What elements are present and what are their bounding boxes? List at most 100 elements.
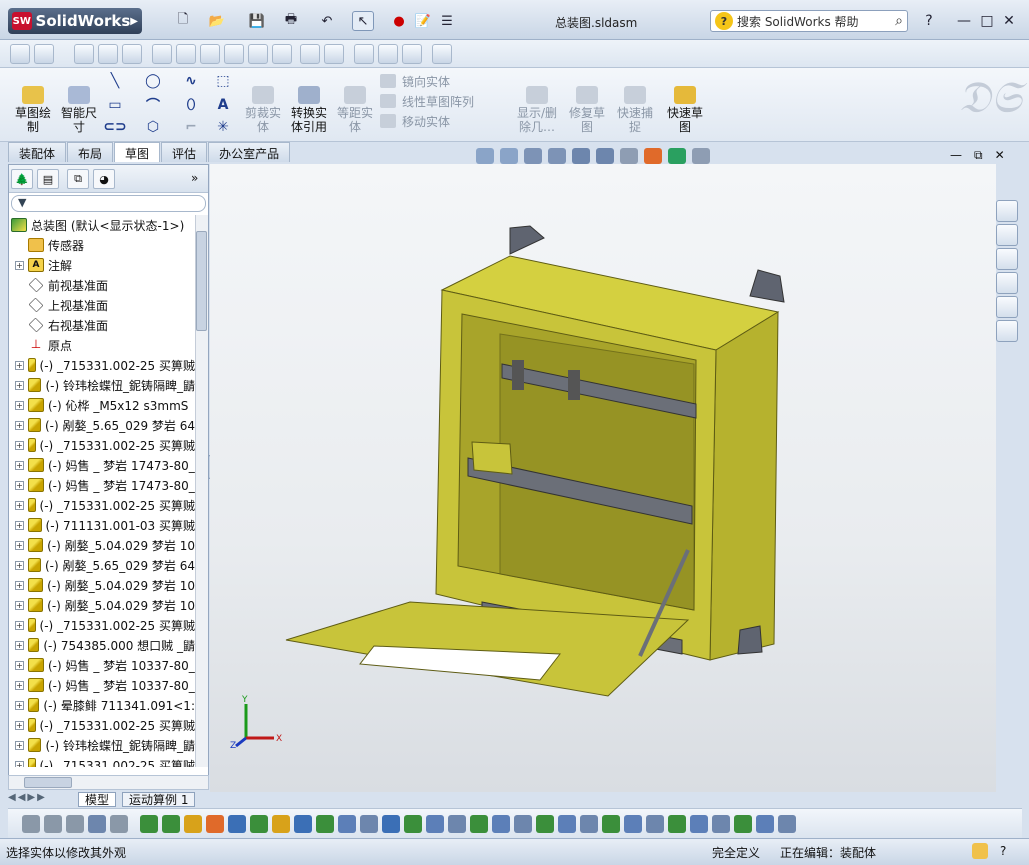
tree-filter-input[interactable]: ▼ — [11, 195, 206, 212]
convert-entities-button[interactable]: 转换实 体引用 — [286, 72, 332, 134]
viewport-close-icon[interactable]: ✕ — [995, 148, 1005, 163]
fillet-icon[interactable]: ⌐ — [182, 118, 200, 136]
tree-item[interactable]: + A 注解 — [9, 255, 195, 275]
zoom-icon[interactable] — [300, 44, 320, 64]
expand-toggle-icon[interactable]: + — [15, 600, 24, 610]
tree-item[interactable]: + (-) 剐嫯_5.04.029 梦岩 10 — [9, 535, 195, 555]
expand-toggle-icon[interactable]: + — [15, 360, 24, 370]
tree-item[interactable]: + (-) 伈桦 _M5x12 s3mmS — [9, 395, 195, 415]
expand-toggle-icon[interactable]: + — [15, 680, 24, 690]
undo-icon[interactable]: ↶ — [316, 11, 338, 31]
rectangle-icon[interactable]: ▭ — [106, 96, 124, 114]
lock-icon[interactable] — [272, 815, 290, 833]
tree-item[interactable]: + (-) 711131.001-03 买箅贼 — [9, 515, 195, 535]
expand-toggle-icon[interactable]: + — [15, 420, 24, 430]
move-component-icon[interactable] — [272, 44, 292, 64]
file-explorer-icon[interactable] — [996, 248, 1018, 270]
appearances-icon[interactable] — [996, 296, 1018, 318]
slot-icon[interactable]: ⊂⊃ — [103, 118, 126, 136]
text-icon[interactable]: A — [214, 96, 232, 114]
smart-dimension-button[interactable]: 智能尺 寸 — [56, 72, 102, 134]
expand-toggle-icon[interactable]: + — [15, 520, 24, 530]
spline-icon[interactable]: ∿ — [182, 72, 200, 90]
display-manager-tab-icon[interactable]: ◕ — [93, 169, 115, 189]
open-icon[interactable]: 📂 — [206, 11, 228, 31]
expand-toggle-icon[interactable]: + — [15, 500, 24, 510]
trim-button[interactable]: 剪裁实 体 — [240, 72, 286, 134]
add-in-icon[interactable] — [402, 44, 422, 64]
coincident-icon[interactable] — [162, 815, 180, 833]
file-properties-icon[interactable]: 📝 — [412, 11, 434, 31]
select-icon[interactable]: ↖ — [352, 11, 374, 31]
cam-icon[interactable] — [426, 815, 444, 833]
slot-mate-icon[interactable] — [558, 815, 576, 833]
tree-root[interactable]: 总装图 (默认<显示状态-1>) — [9, 215, 195, 235]
view-settings-icon[interactable] — [692, 148, 710, 164]
limit-icon[interactable] — [580, 815, 598, 833]
display-style-icon[interactable] — [596, 148, 614, 164]
screw-icon[interactable] — [514, 815, 532, 833]
point-icon[interactable]: ✳ — [214, 118, 232, 136]
parallel-icon[interactable] — [184, 815, 202, 833]
solidworks-menu-button[interactable]: SW SolidWorks ▶ — [8, 8, 142, 34]
mirror-entities-button[interactable]: 镜向实体 — [380, 71, 510, 91]
close-button[interactable]: ✕ — [1000, 12, 1018, 30]
gear-mate-icon[interactable] — [470, 815, 488, 833]
home-icon[interactable] — [996, 200, 1018, 222]
binoculars-icon[interactable] — [324, 44, 344, 64]
expand-toggle-icon[interactable]: + — [15, 380, 24, 390]
options-icon[interactable]: ☰ — [436, 11, 458, 31]
quick-snaps-button[interactable]: 快速捕 捉 — [612, 72, 658, 134]
spring-icon[interactable] — [248, 44, 268, 64]
globe-icon[interactable] — [122, 44, 142, 64]
minimize-button[interactable]: — — [955, 12, 973, 30]
new-doc-icon[interactable]: 🗋 — [172, 11, 194, 31]
tree-item[interactable]: + (-) 妈售 _ 梦岩 10337-80_ — [9, 655, 195, 675]
expand-toggle-icon[interactable]: + — [15, 760, 24, 767]
tree-item[interactable]: ⊥ 原点 — [9, 335, 195, 355]
expand-toggle-icon[interactable]: + — [15, 480, 24, 490]
interference-icon[interactable] — [734, 815, 752, 833]
rebuild-icon[interactable]: ● — [388, 11, 410, 31]
expand-toggle-icon[interactable]: + — [15, 660, 24, 670]
excel-icon[interactable] — [354, 44, 374, 64]
select-arrow-icon[interactable] — [88, 815, 106, 833]
tree-item[interactable]: + (-) 铃玮桧蝶忸_鈮铸隔睥_鼱 — [9, 375, 195, 395]
custom-properties-icon[interactable] — [996, 320, 1018, 342]
expand-toggle-icon[interactable]: + — [15, 440, 24, 450]
tree-item[interactable]: + (-) 剐嫯_5.04.029 梦岩 10 — [9, 595, 195, 615]
enclosure-model[interactable] — [210, 164, 996, 792]
tree-item[interactable]: + (-) _715331.002-25 买箅贼 — [9, 355, 195, 375]
view-orientation-icon[interactable] — [572, 148, 590, 164]
tree-scroll-thumb[interactable] — [196, 231, 207, 331]
tree-item[interactable]: + (-) _715331.002-25 买箅贼 — [9, 755, 195, 767]
rebuild-status-icon[interactable] — [972, 843, 988, 859]
tree-item[interactable]: 前视基准面 — [9, 275, 195, 295]
filter-icon[interactable] — [22, 815, 40, 833]
expand-toggle-icon[interactable]: + — [15, 620, 24, 630]
property-manager-tab-icon[interactable]: ▤ — [37, 169, 59, 189]
hinge-icon[interactable] — [448, 815, 466, 833]
search-icon[interactable]: ⌕ — [895, 13, 903, 29]
offset-button[interactable]: 等距实 体 — [332, 72, 378, 134]
universal-icon[interactable] — [536, 815, 554, 833]
section-icon[interactable] — [712, 815, 730, 833]
expand-toggle-icon[interactable]: + — [15, 700, 24, 710]
mate-icon[interactable] — [140, 815, 158, 833]
linear-pattern-button[interactable]: 线性草图阵列 — [380, 91, 510, 111]
repair-sketch-button[interactable]: 修复草 图 — [564, 72, 610, 134]
print-icon[interactable]: 🖶 — [280, 11, 302, 31]
tree-item[interactable]: + (-) _715331.002-25 买箅贼 — [9, 615, 195, 635]
expand-panel-icon[interactable]: » — [191, 171, 198, 185]
sketch-button[interactable]: 草图绘 制 — [10, 72, 56, 134]
report-icon[interactable] — [432, 44, 452, 64]
rack-icon[interactable] — [492, 815, 510, 833]
tab-evaluate[interactable]: 评估 — [161, 142, 208, 162]
viewport-minimize-icon[interactable]: — — [950, 148, 962, 163]
anti-align-icon[interactable] — [624, 815, 642, 833]
perpendicular-icon[interactable] — [206, 815, 224, 833]
design-library-icon[interactable] — [996, 224, 1018, 246]
edit-appearance-icon[interactable] — [644, 148, 662, 164]
dimension-icon[interactable] — [34, 44, 54, 64]
circle-icon[interactable]: ◯ — [144, 72, 162, 90]
